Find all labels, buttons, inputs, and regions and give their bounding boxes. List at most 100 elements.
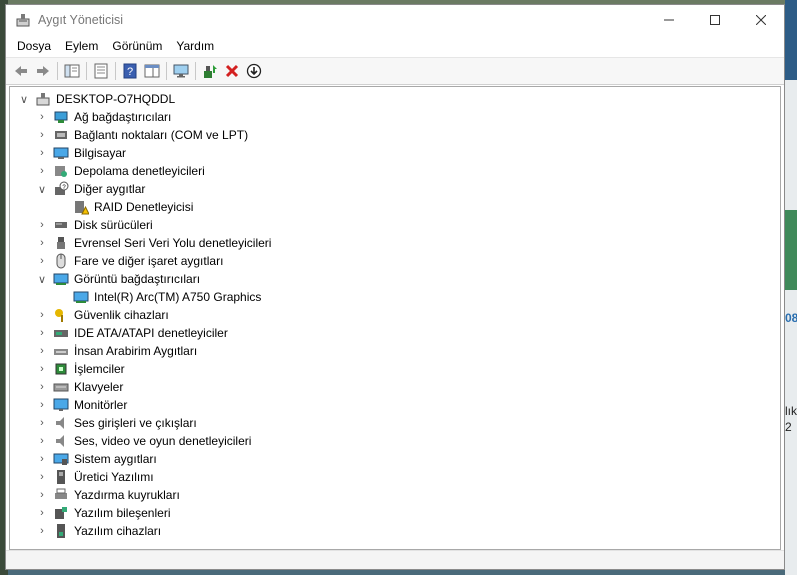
chevron-right-icon[interactable]: › <box>36 345 48 357</box>
device-manager-icon <box>16 14 30 27</box>
forward-button[interactable] <box>32 60 54 82</box>
category-label: Depolama denetleyicileri <box>74 164 205 178</box>
window-title: Aygıt Yöneticisi <box>38 13 124 27</box>
category-label: Yazılım cihazları <box>74 524 162 538</box>
back-button[interactable] <box>10 60 32 82</box>
category-label: Disk sürücüleri <box>74 218 153 232</box>
chevron-right-icon[interactable]: › <box>36 507 48 519</box>
category-row-diger-aygitlar[interactable]: ∨? Diğer aygıtlar <box>36 180 145 198</box>
title-bar[interactable]: Aygıt Yöneticisi <box>6 5 784 35</box>
category-row-ide-ata-atapi-denetleyiciler[interactable]: › IDE ATA/ATAPI denetleyiciler <box>36 324 228 342</box>
menu-file[interactable]: Dosya <box>10 39 58 53</box>
category-row-fare-ve-diger-isaret-aygitlari[interactable]: › Fare ve diğer işaret aygıtları <box>36 252 223 270</box>
category-row-yazdirma-kuyruklari[interactable]: › Yazdırma kuyrukları <box>36 486 180 504</box>
other-devices-icon: ? <box>55 181 69 195</box>
chevron-right-icon[interactable]: › <box>36 111 48 123</box>
uninstall-device-button[interactable] <box>221 60 243 82</box>
menu-action[interactable]: Eylem <box>58 39 105 53</box>
category-row-depolama-denetleyicileri[interactable]: › Depolama denetleyicileri <box>36 162 205 180</box>
category-row-uretici-yazilimi[interactable]: › Üretici Yazılımı <box>36 468 154 486</box>
display-adapter-icon <box>73 291 89 303</box>
action-pane-button[interactable] <box>141 60 163 82</box>
category-row-ses-girisleri-ve-cikislari[interactable]: › Ses girişleri ve çıkışları <box>36 414 197 432</box>
software-device-icon <box>57 524 65 538</box>
close-button[interactable] <box>738 5 784 35</box>
device-item-raid-denetleyicisi[interactable]: RAID Denetleyicisi <box>73 198 193 216</box>
category-row-ses-video-ve-oyun-denetleyicileri[interactable]: › Ses, video ve oyun denetleyicileri <box>36 432 251 450</box>
chevron-right-icon[interactable]: › <box>36 327 48 339</box>
chevron-right-icon[interactable]: › <box>36 165 48 177</box>
category-row-goruntu-bagdastiricilari[interactable]: ∨ Görüntü bağdaştırıcıları <box>36 270 200 288</box>
tree-root-row[interactable]: ∨ DESKTOP-O7HQDDL <box>18 90 175 108</box>
category-row-baglanti-noktalari-com-ve-lpt[interactable]: › Bağlantı noktaları (COM ve LPT) <box>36 126 248 144</box>
category-row-islemciler[interactable]: › İşlemciler <box>36 360 125 378</box>
category-row-ag-bagdastiricilari[interactable]: › Ağ bağdaştırıcıları <box>36 108 171 126</box>
chevron-right-icon[interactable]: › <box>36 435 48 447</box>
category-row-evrensel-seri-veri-yolu-denetleyicileri[interactable]: › Evrensel Seri Veri Yolu denetleyicileri <box>36 234 271 252</box>
menu-bar: Dosya Eylem Görünüm Yardım <box>6 35 784 57</box>
chevron-right-icon[interactable]: › <box>36 399 48 411</box>
category-row-insan-arabirim-aygitlari[interactable]: › İnsan Arabirim Aygıtları <box>36 342 197 360</box>
category-row-bilgisayar[interactable]: › Bilgisayar <box>36 144 126 162</box>
chevron-right-icon[interactable]: › <box>36 525 48 537</box>
port-icon <box>55 131 67 139</box>
category-row-monitorler[interactable]: › Monitörler <box>36 396 127 414</box>
minimize-button[interactable] <box>646 5 692 35</box>
menu-help[interactable]: Yardım <box>169 39 221 53</box>
chevron-down-icon[interactable]: ∨ <box>18 93 30 106</box>
chevron-right-icon[interactable]: › <box>36 255 48 267</box>
chevron-right-icon[interactable]: › <box>36 219 48 231</box>
ide-icon <box>54 330 68 337</box>
firmware-icon <box>57 470 65 484</box>
category-label: Yazdırma kuyrukları <box>74 488 180 502</box>
chevron-right-icon[interactable]: › <box>36 417 48 429</box>
computer-root-icon <box>36 93 50 106</box>
category-label: Ses girişleri ve çıkışları <box>74 416 197 430</box>
category-row-yazilim-bilesenleri[interactable]: › Yazılım bileşenleri <box>36 504 170 522</box>
system-devices-icon <box>53 453 69 465</box>
chevron-right-icon[interactable]: › <box>36 237 48 249</box>
update-driver-button[interactable] <box>199 60 221 82</box>
arrow-right-icon <box>37 66 49 76</box>
disable-device-button[interactable] <box>243 60 265 82</box>
category-label: İnsan Arabirim Aygıtları <box>74 344 198 358</box>
chevron-right-icon[interactable]: › <box>36 471 48 483</box>
desktop-fragment-1: 08 <box>785 311 797 325</box>
properties-button[interactable] <box>90 60 112 82</box>
help-button[interactable]: ? <box>119 60 141 82</box>
category-row-sistem-aygitlari[interactable]: › Sistem aygıtları <box>36 450 157 468</box>
close-icon <box>756 15 766 25</box>
maximize-icon <box>710 15 720 25</box>
show-hide-console-tree-button[interactable] <box>61 60 83 82</box>
category-label: Üretici Yazılımı <box>74 470 154 484</box>
chevron-right-icon[interactable]: › <box>36 489 48 501</box>
minimize-icon <box>664 19 674 21</box>
category-label: Güvenlik cihazları <box>74 308 169 322</box>
chevron-down-icon[interactable]: ∨ <box>36 183 48 196</box>
maximize-button[interactable] <box>692 5 738 35</box>
scan-hardware-button[interactable] <box>170 60 192 82</box>
category-row-yazilim-cihazlari[interactable]: › Yazılım cihazları <box>36 522 161 540</box>
console-tree-icon <box>64 64 80 78</box>
update-driver-icon <box>204 65 217 78</box>
usb-icon <box>57 237 65 249</box>
speaker-icon <box>56 417 64 429</box>
category-row-guvenlik-cihazlari[interactable]: › Güvenlik cihazları <box>36 306 169 324</box>
device-item-intel-r-arc-tm-a750-graphics[interactable]: Intel(R) Arc(TM) A750 Graphics <box>73 288 261 306</box>
display-adapter-icon <box>53 273 69 285</box>
download-circle-icon <box>246 63 262 79</box>
chevron-right-icon[interactable]: › <box>36 363 48 375</box>
category-label: Diğer aygıtlar <box>74 182 146 196</box>
category-row-disk-suruculeri[interactable]: › Disk sürücüleri <box>36 216 153 234</box>
chevron-right-icon[interactable]: › <box>36 147 48 159</box>
category-label: Klavyeler <box>74 380 124 394</box>
chevron-right-icon[interactable]: › <box>36 309 48 321</box>
chevron-down-icon[interactable]: ∨ <box>36 273 48 286</box>
chevron-right-icon[interactable]: › <box>36 381 48 393</box>
menu-view[interactable]: Görünüm <box>105 39 169 53</box>
chevron-right-icon[interactable]: › <box>36 129 48 141</box>
chevron-right-icon[interactable]: › <box>36 453 48 465</box>
disk-drive-icon <box>55 222 67 228</box>
category-row-klavyeler[interactable]: › Klavyeler <box>36 378 123 396</box>
category-label: Sistem aygıtları <box>74 452 157 466</box>
